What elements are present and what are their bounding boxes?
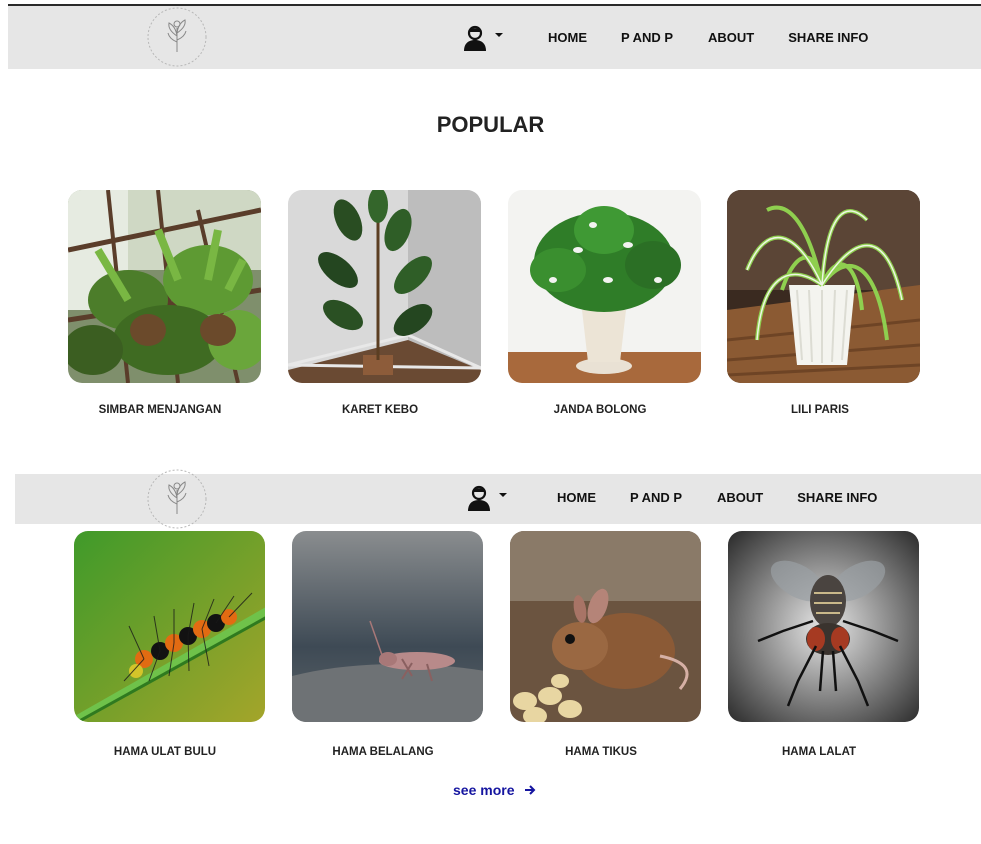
nav-share-info-link[interactable]: SHARE INFO (788, 30, 868, 45)
user-avatar-icon (464, 25, 486, 51)
pest-caption-belalang: HAMA BELALANG (332, 746, 434, 758)
nav-links: HOME P AND P ABOUT SHARE INFO (548, 30, 868, 45)
pest-card-image-lalat[interactable] (728, 531, 919, 722)
botanical-logo-icon (147, 469, 207, 529)
arrow-right-icon (525, 785, 536, 795)
plant-card-image-lili-paris[interactable] (727, 190, 920, 383)
popular-section-title: POPULAR (436, 112, 545, 137)
user-avatar-icon (468, 485, 490, 511)
nav-p-and-p-link[interactable]: P AND P (630, 490, 682, 505)
secondary-navbar: HOME P AND P ABOUT SHARE INFO (15, 469, 981, 529)
brand-logo[interactable] (146, 468, 208, 530)
plant-caption-karet-kebo: KARET KEBO (341, 404, 419, 416)
spider-plant-image (727, 190, 920, 383)
plant-card-image-karet-kebo[interactable] (288, 190, 481, 383)
nav-links: HOME P AND P ABOUT SHARE INFO (557, 490, 877, 505)
mouse-image (510, 531, 701, 722)
user-account-dropdown[interactable] (461, 24, 503, 52)
nav-home-link[interactable]: HOME (548, 30, 587, 45)
plant-caption-janda-bolong: JANDA BOLONG (553, 404, 647, 416)
staghorn-fern-image (68, 190, 261, 383)
nav-p-and-p-link[interactable]: P AND P (621, 30, 673, 45)
pest-caption-ulat-bulu: HAMA ULAT BULU (113, 746, 217, 758)
monstera-plant-image (508, 190, 701, 383)
fly-image (728, 531, 919, 722)
plant-card-image-simbar-menjangan[interactable] (68, 190, 261, 383)
chevron-down-icon (499, 493, 507, 497)
nav-share-info-link[interactable]: SHARE INFO (797, 490, 877, 505)
chevron-down-icon (495, 33, 503, 37)
plant-card-image-janda-bolong[interactable] (508, 190, 701, 383)
user-account-dropdown[interactable] (465, 484, 507, 512)
pest-card-image-tikus[interactable] (510, 531, 701, 722)
see-more-link[interactable]: see more (453, 782, 536, 798)
brand-logo[interactable] (146, 6, 208, 68)
nav-about-link[interactable]: ABOUT (717, 490, 763, 505)
plant-caption-lili-paris: LILI PARIS (791, 404, 849, 416)
nav-home-link[interactable]: HOME (557, 490, 596, 505)
pest-caption-lalat: HAMA LALAT (781, 746, 857, 758)
nav-about-link[interactable]: ABOUT (708, 30, 754, 45)
see-more-label: see more (453, 782, 515, 798)
botanical-logo-icon (147, 7, 207, 67)
main-navbar: HOME P AND P ABOUT SHARE INFO (8, 6, 981, 69)
grasshopper-image (292, 531, 483, 722)
pest-caption-tikus: HAMA TIKUS (565, 746, 637, 758)
rubber-plant-image (288, 190, 481, 383)
pest-card-image-belalang[interactable] (292, 531, 483, 722)
caterpillar-image (74, 531, 265, 722)
plant-caption-simbar-menjangan: SIMBAR MENJANGAN (98, 404, 222, 416)
pest-card-image-ulat-bulu[interactable] (74, 531, 265, 722)
